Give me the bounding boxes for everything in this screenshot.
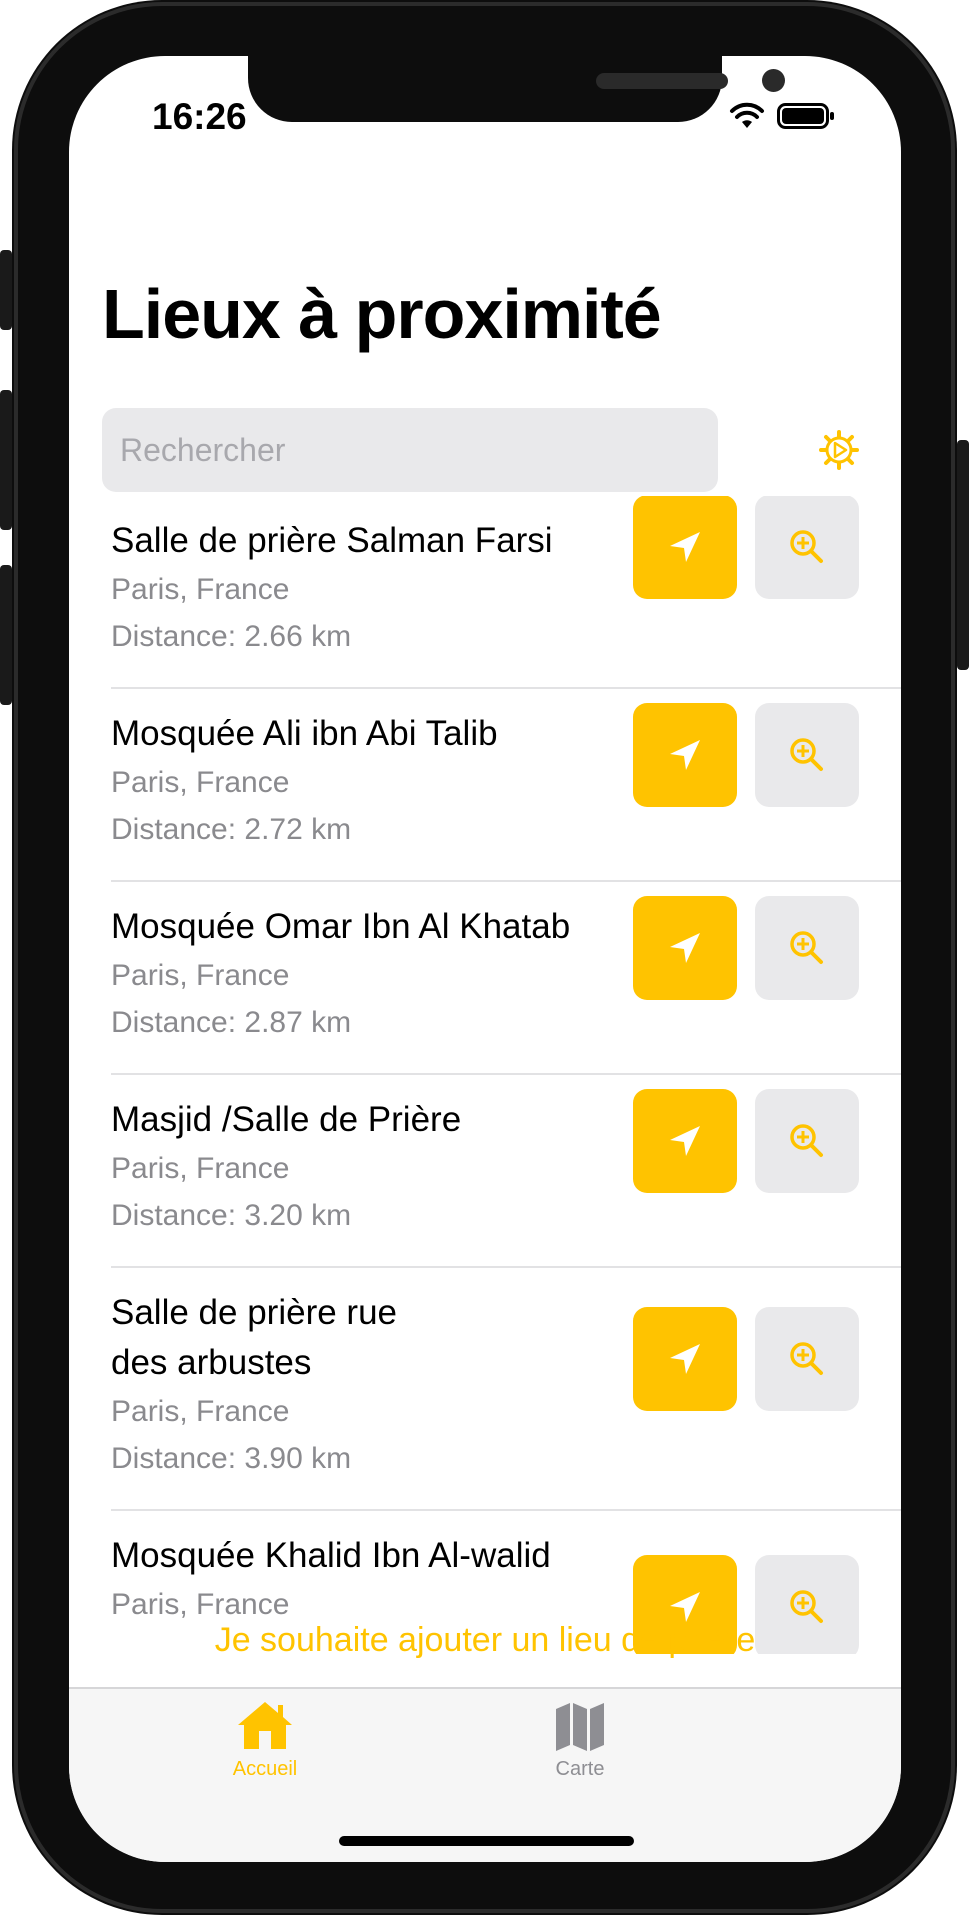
- place-distance: Distance: 3.90 km: [111, 1442, 352, 1475]
- places-list: Salle de prière Salman Farsi Paris, Fran…: [69, 496, 901, 1654]
- place-distance: Distance: 2.72 km: [111, 813, 352, 846]
- place-name: Mosquée Khalid Ibn Al-walid: [111, 1536, 551, 1575]
- place-location: Paris, France: [111, 766, 290, 799]
- place-info: Masjid /Salle de Prière Paris, France Di…: [111, 1095, 611, 1239]
- place-info: Mosquée Ali ibn Abi Talib Paris, France …: [111, 709, 611, 853]
- tab-carte[interactable]: Carte: [500, 1699, 660, 1781]
- page-title: Lieux à proximité: [102, 275, 662, 353]
- mute-switch: [0, 250, 12, 330]
- app-screen: 16:26 Lieux à proximité Rechercher Salle…: [69, 56, 901, 1862]
- place-name: Salle de prière Salman Farsi: [111, 521, 553, 560]
- speaker: [596, 73, 728, 89]
- place-distance: Distance: 3.20 km: [111, 1199, 352, 1232]
- location-arrow-icon: [670, 740, 700, 770]
- status-time: 16:26: [152, 96, 247, 137]
- volume-down-button: [0, 565, 12, 705]
- tab-label: Carte: [555, 1758, 605, 1780]
- location-arrow-icon: [670, 933, 700, 963]
- place-info: Mosquée Khalid Ibn Al-walid Paris, Franc…: [111, 1531, 611, 1628]
- zoom-in-icon: [790, 1342, 823, 1375]
- battery-icon: [777, 103, 834, 129]
- place-info: Salle de prière Salman Farsi Paris, Fran…: [111, 516, 611, 660]
- location-arrow-icon: [670, 1126, 700, 1156]
- zoom-in-icon: [790, 530, 823, 563]
- place-location: Paris, France: [111, 959, 290, 992]
- place-name: Mosquée Ali ibn Abi Talib: [111, 714, 498, 753]
- place-info: Mosquée Omar Ibn Al Khatab Paris, France…: [111, 902, 611, 1046]
- list-item[interactable]: Mosquée Omar Ibn Al Khatab Paris, France…: [69, 882, 901, 1075]
- zoom-in-icon: [790, 931, 823, 964]
- zoom-in-icon: [790, 1124, 823, 1157]
- place-location: Paris, France: [111, 573, 290, 606]
- tab-label: Accueil: [232, 1758, 298, 1780]
- navigate-button[interactable]: [633, 1307, 737, 1411]
- house-icon: [238, 1702, 292, 1749]
- navigate-button[interactable]: [633, 496, 737, 599]
- map-icon: [556, 1703, 604, 1751]
- place-info: Salle de prière rue des arbustes Paris, …: [111, 1288, 451, 1482]
- tab-accueil[interactable]: Accueil: [185, 1699, 345, 1781]
- status-icons: [729, 102, 835, 130]
- list-item[interactable]: Masjid /Salle de Prière Paris, France Di…: [69, 1075, 901, 1268]
- location-arrow-icon: [670, 532, 700, 562]
- list-item[interactable]: Salle de prière Salman Farsi Paris, Fran…: [69, 496, 901, 689]
- zoom-button[interactable]: [755, 703, 859, 807]
- zoom-button[interactable]: [755, 1307, 859, 1411]
- search-input[interactable]: Rechercher: [102, 408, 718, 492]
- navigate-button[interactable]: [633, 896, 737, 1000]
- settings-gear-icon[interactable]: [818, 429, 860, 471]
- zoom-in-icon: [790, 738, 823, 771]
- place-location: Paris, France: [111, 1152, 290, 1185]
- zoom-button[interactable]: [755, 1089, 859, 1193]
- place-distance: Distance: 2.66 km: [111, 620, 352, 653]
- place-location: Paris, France: [111, 1395, 290, 1428]
- list-item[interactable]: Mosquée Ali ibn Abi Talib Paris, France …: [69, 689, 901, 882]
- navigate-button[interactable]: [633, 703, 737, 807]
- notch: [248, 56, 785, 122]
- place-name: Mosquée Omar Ibn Al Khatab: [111, 907, 571, 946]
- location-arrow-icon: [670, 1344, 700, 1374]
- list-item[interactable]: Salle de prière rue des arbustes Paris, …: [69, 1268, 901, 1511]
- place-name: Masjid /Salle de Prière: [111, 1100, 462, 1139]
- front-camera: [762, 69, 785, 92]
- place-distance: Distance: 2.87 km: [111, 1006, 352, 1039]
- navigate-button[interactable]: [633, 1089, 737, 1193]
- power-button: [957, 440, 969, 670]
- zoom-button[interactable]: [755, 496, 859, 599]
- volume-up-button: [0, 390, 12, 530]
- home-indicator[interactable]: [339, 1836, 634, 1846]
- place-name: Salle de prière rue des arbustes: [111, 1293, 397, 1382]
- zoom-button[interactable]: [755, 896, 859, 1000]
- wifi-icon: [730, 102, 764, 128]
- add-place-link[interactable]: Je souhaite ajouter un lieu de prière: [69, 1621, 901, 1660]
